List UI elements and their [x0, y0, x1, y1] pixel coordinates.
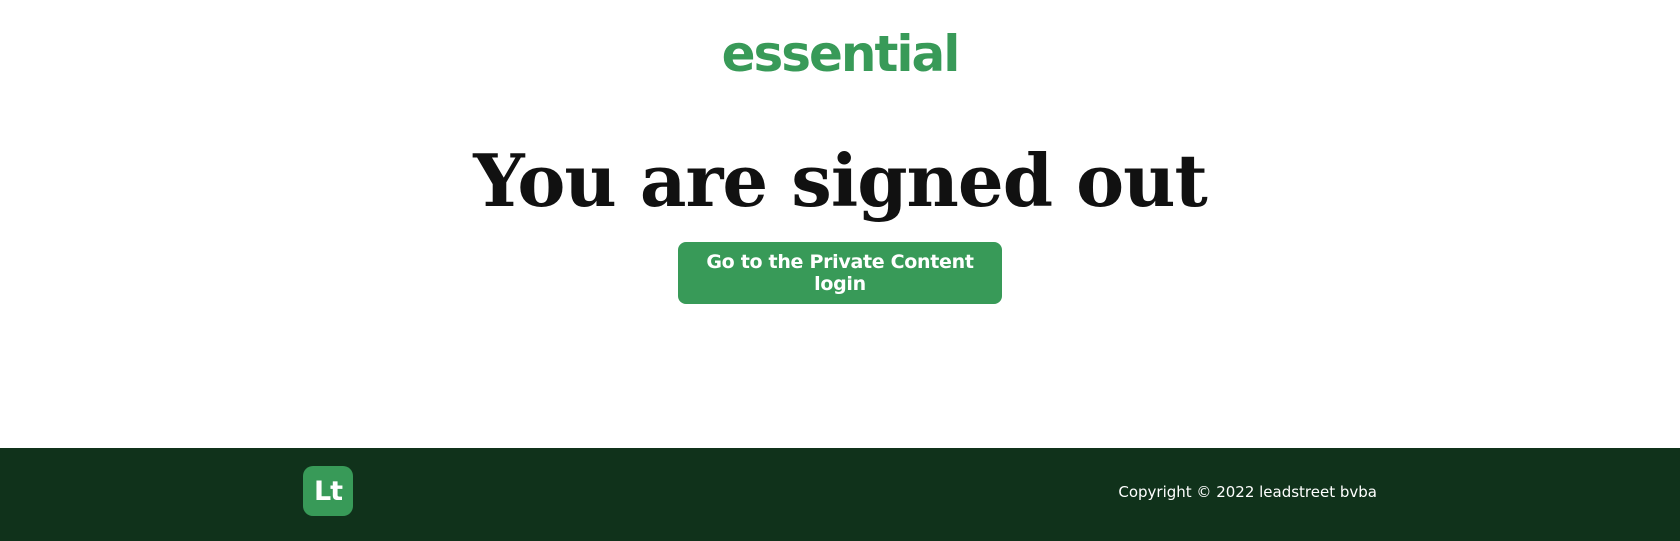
page-title: You are signed out [473, 138, 1207, 223]
main-content: essential You are signed out Go to the P… [0, 0, 1680, 448]
copyright-text: Copyright © 2022 leadstreet bvba [1118, 483, 1377, 501]
page: essential You are signed out Go to the P… [0, 0, 1680, 541]
private-content-login-button[interactable]: Go to the Private Content login [678, 242, 1002, 304]
leadstreet-logo-badge[interactable]: Lt [303, 466, 353, 516]
brand-logo[interactable]: essential [0, 24, 1680, 84]
footer: Lt Copyright © 2022 leadstreet bvba [0, 448, 1680, 541]
